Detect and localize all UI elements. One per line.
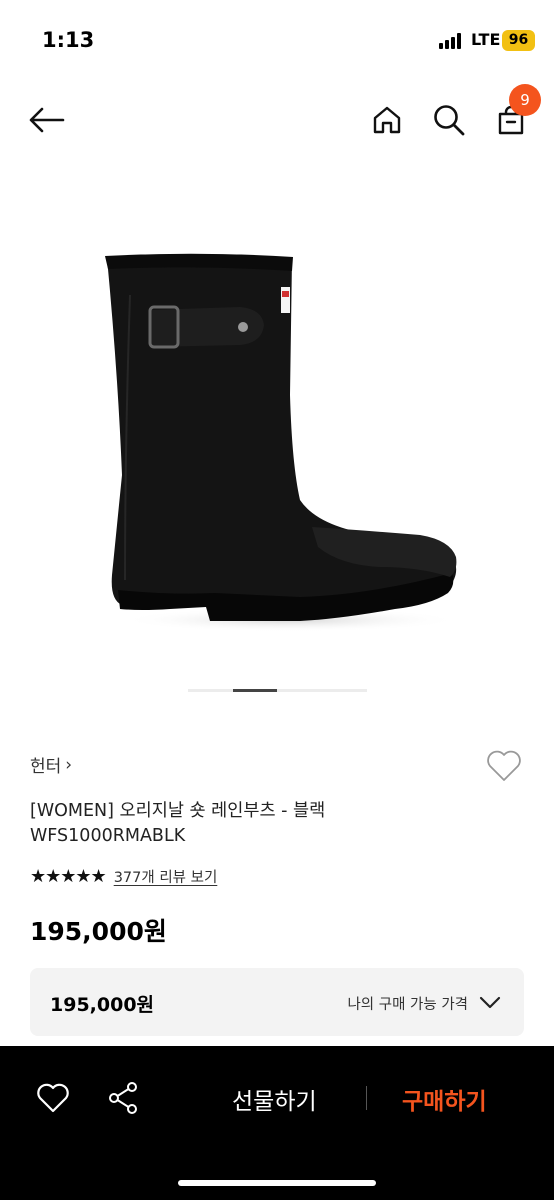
image-carousel-indicator [188,689,367,692]
product-price: 195,000원 [30,917,167,946]
rating-row: ★★★★★ 377개 리뷰 보기 [30,866,217,887]
chevron-right-icon: › [65,754,73,775]
back-button[interactable] [25,98,69,142]
my-price-box[interactable]: 195,000원 나의 구매 가능 가격 [30,968,524,1036]
cart-count-badge: 9 [509,84,541,116]
heart-icon [37,1083,69,1113]
review-link[interactable]: 377개 리뷰 보기 [114,866,218,887]
wishlist-button[interactable] [484,746,524,786]
status-time: 1:13 [42,28,95,52]
top-nav [0,80,554,160]
home-icon [373,106,401,134]
buy-button[interactable]: 구매하기 [402,1082,487,1116]
bottom-wishlist-button[interactable] [33,1078,73,1118]
product-image[interactable] [0,195,554,665]
my-price-label: 나의 구매 가능 가격 [347,997,468,1013]
carousel-active-dot [233,689,277,692]
chevron-down-icon [479,996,501,1009]
arrow-left-icon [29,107,65,133]
search-button[interactable] [427,98,471,142]
network-type: LTE [471,30,501,49]
home-indicator [178,1180,376,1186]
gift-button[interactable]: 선물하기 [232,1082,317,1116]
search-icon [434,105,465,136]
rain-boot-image [105,253,460,632]
heart-icon [487,750,521,781]
signal-icon [439,33,465,49]
bottom-action-bar: 선물하기 구매하기 [0,1046,554,1200]
product-title: [WOMEN] 오리지날 숏 레인부츠 - 블랙 [30,801,326,821]
rating-stars-icon: ★★★★★ [30,866,107,887]
share-icon [109,1082,137,1114]
product-code: WFS1000RMABLK [30,826,186,846]
brand-link[interactable]: 헌터 › [30,752,73,778]
my-price-value: 195,000원 [50,994,155,1016]
share-button[interactable] [104,1078,144,1118]
divider [366,1086,367,1110]
battery-icon: 96 [502,30,535,51]
status-bar: 1:13 LTE 96 [0,0,554,80]
home-button[interactable] [365,98,409,142]
brand-name: 헌터 [30,757,62,777]
